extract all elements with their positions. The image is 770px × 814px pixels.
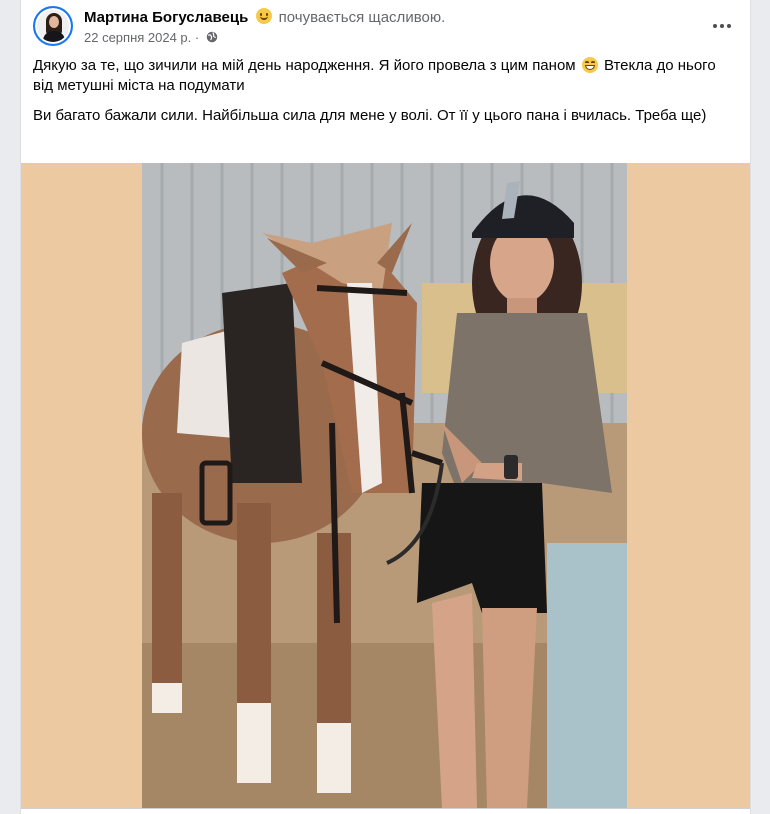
post-paragraph-1: Дякую за те, що зичили на мій день народ… — [33, 57, 716, 94]
author-name[interactable]: Мартина Богуславець — [84, 9, 248, 26]
post-footer-divider — [21, 808, 750, 814]
more-options-icon — [713, 24, 717, 28]
post-card: Мартина Богуславець почувається щасливою… — [20, 0, 751, 814]
post-date[interactable]: 22 серпня 2024 р. — [84, 30, 191, 45]
post-paragraph-2: Ви багато бажали сили. Найбільша сила дл… — [33, 107, 707, 124]
post-meta: 22 серпня 2024 р. · — [84, 30, 218, 45]
post-photo-container[interactable] — [21, 163, 750, 808]
globe-icon[interactable] — [206, 31, 218, 43]
grinning-emoji-icon — [581, 57, 598, 73]
smile-emoji-icon — [256, 8, 273, 24]
more-options-button[interactable] — [706, 10, 738, 42]
avatar-image — [35, 8, 71, 44]
feeling-text: почувається щасливою. — [278, 9, 446, 26]
post-text: Дякую за те, що зичили на мій день народ… — [33, 56, 733, 136]
post-photo — [142, 163, 627, 808]
post-header: Мартина Богуславець почувається щасливою… — [21, 0, 750, 52]
author-line: Мартина Богуславець почувається щасливою… — [84, 8, 445, 26]
author-avatar[interactable] — [33, 6, 73, 46]
meta-separator: · — [194, 30, 200, 45]
